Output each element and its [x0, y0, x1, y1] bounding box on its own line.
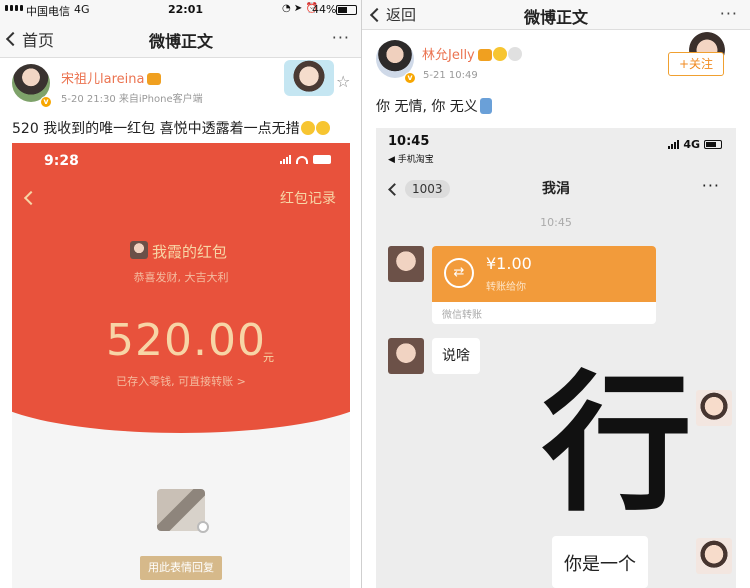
chat-bubble: 你是一个: [552, 536, 648, 588]
red-packet-screenshot[interactable]: 9:28 红包记录 我霞的红包 恭喜发财, 大吉大利 520.00 元 已存入零…: [12, 143, 350, 588]
post-header: v 宋祖儿lareina 5-20 21:30 来自iPhone客户端 ☆: [0, 58, 361, 118]
follow-button[interactable]: +关注: [668, 52, 724, 76]
sender-avatar: [130, 241, 148, 259]
inner-clock: 10:45: [388, 134, 430, 149]
right-weibo-post-panel: 返回 微博正文 ··· v 林允Jelly 5-21 10:49 +关注 你 无…: [362, 0, 750, 588]
post-text-body: 520 我收到的唯一红包 喜悦中透露着一点无措: [12, 121, 300, 137]
chevron-left-icon: [369, 7, 385, 22]
post-text: 520 我收到的唯一红包 喜悦中透露着一点无措: [12, 118, 330, 138]
network-label: 4G: [74, 3, 90, 16]
username-text: 林允Jelly: [422, 48, 475, 63]
post-meta: 5-21 10:49: [423, 70, 478, 81]
username-text: 宋祖儿lareina: [61, 72, 145, 87]
chat-bubble: 说啥: [432, 338, 480, 374]
transfer-footer: 微信转账: [442, 310, 482, 321]
return-to-app-label: ◀ 手机淘宝: [388, 155, 434, 165]
page-title: 微博正文: [523, 8, 588, 27]
play-icon: [197, 521, 209, 533]
screenshot-root: 中国电信 4G 22:01 ◔ ➤ ⏰ 44% 首页 微博正文 ··· v 宋祖…: [0, 0, 750, 588]
back-label: 返回: [386, 6, 417, 24]
smile-emoji-icon: [492, 47, 507, 61]
wifi-icon: [296, 155, 308, 164]
transfer-message-card: ⇄ ¥1.00 转账给你 微信转账: [432, 246, 656, 324]
chevron-left-icon: [5, 31, 21, 47]
verified-badge-icon: v: [404, 72, 416, 84]
signal-icon: [5, 5, 23, 11]
back-button[interactable]: 首页: [5, 27, 55, 51]
post-meta: 5-20 21:30 来自iPhone客户端: [61, 94, 203, 105]
transfer-amount: ¥1.00: [486, 254, 532, 273]
red-packet-title: 我霞的红包: [152, 243, 228, 261]
favorite-star-icon[interactable]: ☆: [336, 72, 350, 91]
card-decoration-image: [284, 60, 334, 96]
inner-status-icons: [280, 155, 331, 164]
battery-icon: [704, 140, 722, 149]
more-menu-button[interactable]: ···: [720, 4, 738, 23]
back-label: 首页: [22, 31, 55, 50]
network-label: 4G: [683, 138, 700, 151]
post-text: 你 无情, 你 无义: [376, 96, 492, 116]
signal-bars-icon: [668, 140, 680, 149]
battery-icon: [313, 155, 331, 164]
self-avatar: [696, 390, 732, 426]
username[interactable]: 宋祖儿lareina: [61, 68, 162, 87]
dizzy-face-emoji-icon: [315, 121, 330, 135]
verified-badge-icon: v: [40, 96, 52, 108]
vip-crown-icon: [147, 73, 162, 85]
chat-more-icon: ···: [701, 176, 720, 195]
red-packet-greeting: 恭喜发财, 大吉大利: [133, 271, 229, 284]
post-text-body: 你 无情, 你 无义: [376, 99, 478, 115]
contact-avatar: [388, 246, 424, 282]
username[interactable]: 林允Jelly: [422, 44, 522, 63]
back-button[interactable]: 返回: [369, 4, 417, 25]
reply-with-sticker-button: 用此表情回复: [140, 556, 222, 580]
hand-emoji-icon: [479, 98, 492, 114]
transfer-subtitle: 转账给你: [486, 282, 526, 293]
inner-clock: 9:28: [44, 153, 79, 169]
nav-bar: 返回 微博正文 ···: [362, 0, 750, 30]
self-avatar: [696, 538, 732, 574]
sticker-text: 行: [542, 358, 693, 532]
laugh-emoji-icon: [507, 47, 522, 61]
page-title: 微博正文: [148, 32, 213, 51]
red-packet-amount: 520.00: [106, 315, 266, 366]
red-packet-record-link: 红包记录: [280, 191, 336, 207]
signal-bars-icon: [280, 155, 291, 164]
more-menu-button[interactable]: ···: [332, 28, 350, 47]
contact-avatar: [388, 338, 424, 374]
battery-icon: [336, 5, 357, 15]
amount-unit: 元: [263, 351, 274, 364]
battery-percent: 44%: [312, 3, 337, 16]
carrier-label: 中国电信: [26, 5, 70, 18]
chat-title: 我涓: [542, 181, 570, 197]
wechat-chat-screenshot[interactable]: 10:45 ◀ 手机淘宝 4G 1003 我涓 ··· 10:45 ⇄ ¥1.0…: [376, 128, 736, 588]
inner-status-icons: 4G: [668, 138, 722, 151]
nav-bar: 首页 微博正文 ···: [0, 20, 361, 58]
left-weibo-post-panel: 中国电信 4G 22:01 ◔ ➤ ⏰ 44% 首页 微博正文 ··· v 宋祖…: [0, 0, 362, 588]
transfer-arrows-icon: ⇄: [444, 258, 474, 288]
vip-crown-icon: [477, 49, 492, 61]
crying-laugh-emoji-icon: [300, 121, 315, 135]
status-bar: 中国电信 4G 22:01 ◔ ➤ ⏰ 44%: [0, 0, 361, 20]
clock: 22:01: [168, 3, 204, 16]
chat-timestamp: 10:45: [540, 216, 572, 229]
red-packet-note: 已存入零钱, 可直接转账 >: [116, 375, 246, 388]
